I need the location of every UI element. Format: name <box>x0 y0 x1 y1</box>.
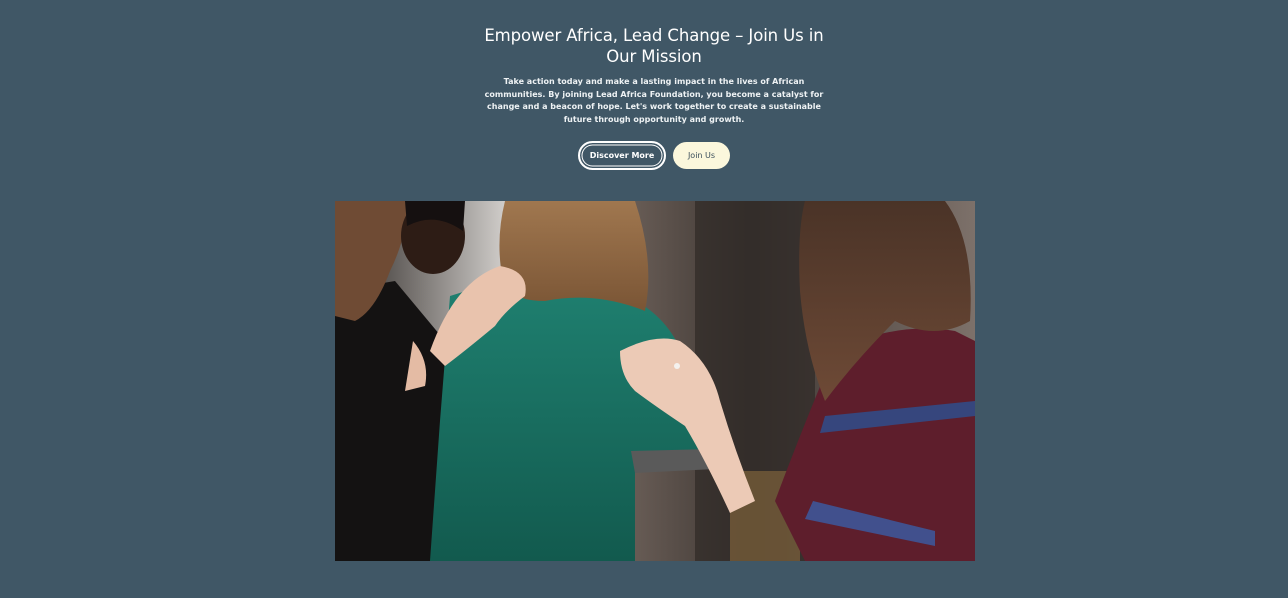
hero-title: Empower Africa, Lead Change – Join Us in… <box>484 26 824 66</box>
hero-photo <box>335 201 975 561</box>
discover-more-button[interactable]: Discover More <box>578 141 666 170</box>
hero-description: Take action today and make a lasting imp… <box>484 77 824 124</box>
join-us-button[interactable]: Join Us <box>673 142 730 169</box>
